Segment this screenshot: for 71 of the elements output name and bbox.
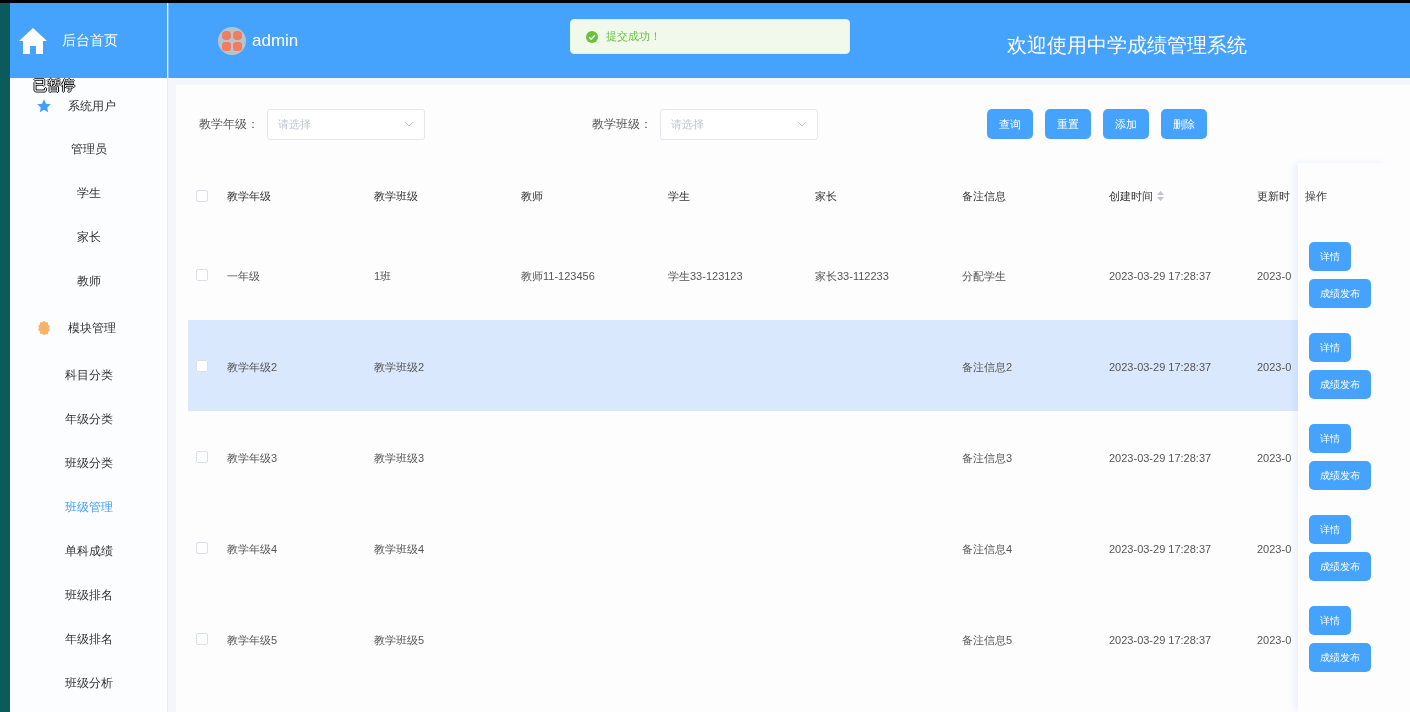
menu-item[interactable]: 学生 (10, 171, 167, 215)
chevron-down-icon (797, 121, 807, 127)
table-cell: 教学年级5 (227, 633, 278, 646)
system-title: 欢迎使用中学成绩管理系统 (1007, 33, 1247, 58)
home-icon (18, 26, 48, 55)
menu-item[interactable]: 班级分类 (10, 441, 167, 485)
table-cell: 教学班级3 (374, 451, 425, 464)
checkbox[interactable] (196, 359, 208, 372)
menu-item[interactable]: 家长 (10, 215, 167, 259)
table-cell: 备注信息5 (962, 633, 1013, 646)
column-header: 学生 (668, 188, 690, 204)
sort-icon[interactable] (1157, 191, 1164, 201)
table-cell: 教学年级2 (227, 360, 278, 373)
table-cell: 教学年级3 (227, 451, 278, 464)
menu-item[interactable]: 年级分类 (10, 397, 167, 441)
avatar-icon[interactable] (218, 26, 246, 55)
table-cell: 家长33-112233 (815, 269, 889, 282)
table-cell: 2023-0 (1257, 269, 1292, 282)
check-circle-icon (586, 30, 598, 43)
checkbox[interactable] (196, 632, 208, 645)
table-cell: 1班 (374, 269, 392, 282)
column-header: 更新时 (1257, 188, 1290, 204)
menu-group[interactable]: 模块管理 (10, 303, 167, 353)
username: admin (252, 29, 299, 52)
table-cell: 学生33-123123 (668, 269, 743, 282)
column-header: 教师 (521, 188, 543, 204)
menu-item[interactable]: 班级分析 (10, 661, 167, 705)
table-cell: 2023-0 (1257, 360, 1292, 373)
gear-icon (36, 320, 52, 336)
checkbox[interactable] (196, 541, 208, 554)
menu-item[interactable]: 年级排名 (10, 617, 167, 661)
checkbox[interactable] (196, 190, 208, 202)
column-header: 教学年级 (227, 188, 271, 204)
table-cell: 教学班级5 (374, 633, 425, 646)
table-cell: 2023-0 (1257, 542, 1292, 555)
menu-item[interactable]: 单科成绩 (10, 529, 167, 573)
table-cell: 2023-03-29 17:28:37 (1109, 451, 1212, 464)
table-cell: 教学年级4 (227, 542, 278, 555)
filter-label: 教学年级： (199, 116, 259, 133)
column-header: 教学班级 (374, 188, 418, 204)
pause-overlay: 已暂停 (33, 77, 75, 93)
table-cell: 教师11-123456 (521, 269, 595, 282)
table-cell: 2023-0 (1257, 633, 1292, 646)
star-icon (36, 98, 52, 114)
column-header: 备注信息 (962, 188, 1006, 204)
table-cell: 备注信息3 (962, 451, 1013, 464)
table-cell: 2023-0 (1257, 451, 1292, 464)
table-cell: 备注信息4 (962, 542, 1013, 555)
menu-item[interactable]: 班级排名 (10, 573, 167, 617)
chevron-down-icon (404, 121, 414, 127)
menu-item[interactable]: 管理员 (10, 127, 167, 171)
table-cell: 分配学生 (962, 269, 1006, 282)
menu-group[interactable]: 系统用户 (10, 95, 167, 117)
column-header: 家长 (815, 188, 837, 204)
menu-item[interactable]: 教师 (10, 259, 167, 303)
column-header: 创建时间 (1109, 188, 1153, 204)
checkbox[interactable] (196, 268, 208, 281)
table-cell: 2023-03-29 17:28:37 (1109, 633, 1212, 646)
filter-label: 教学班级： (592, 116, 652, 133)
success-toast: 提交成功！ (570, 19, 850, 54)
table-cell: 备注信息2 (962, 360, 1013, 373)
table-cell: 2023-03-29 17:28:37 (1109, 360, 1212, 373)
table-cell: 2023-03-29 17:28:37 (1109, 542, 1212, 555)
table-row[interactable]: 教学年级2 教学班级2 备注信息2 2023-03-29 17:28:37 2023-0 (188, 320, 1298, 411)
menu-item[interactable]: 科目分类 (10, 353, 167, 397)
table-cell: 教学班级4 (374, 542, 425, 555)
table-cell: 教学班级2 (374, 360, 425, 373)
table-cell: 2023-03-29 17:28:37 (1109, 269, 1212, 282)
column-header: 操作 (1305, 188, 1327, 204)
table-cell: 一年级 (227, 269, 260, 282)
checkbox[interactable] (196, 450, 208, 463)
